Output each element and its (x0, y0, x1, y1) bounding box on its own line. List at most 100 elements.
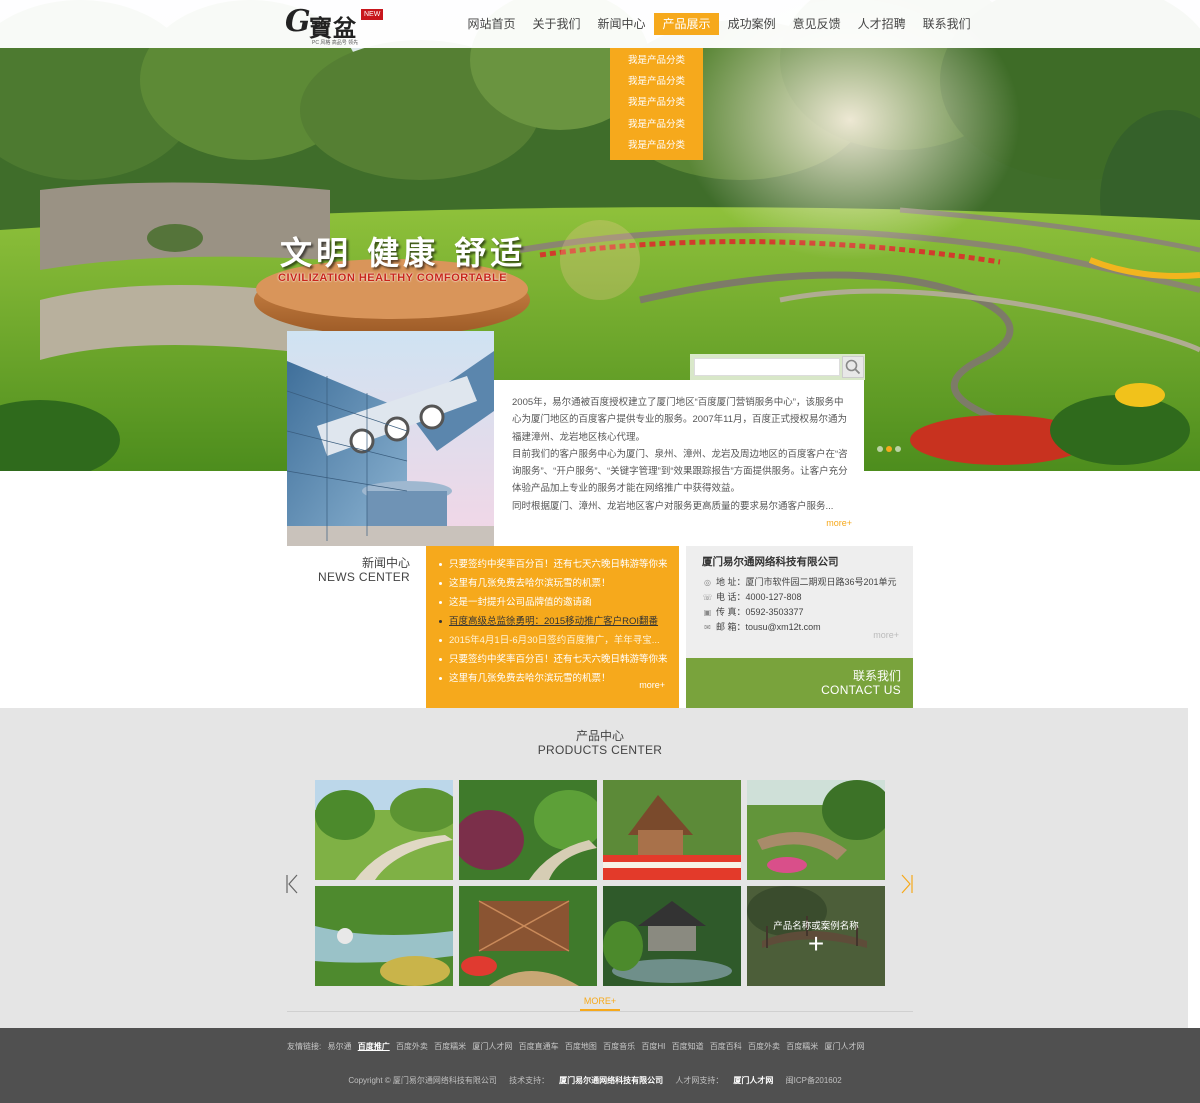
friend-link[interactable]: 百度地图 (565, 1042, 597, 1051)
carousel-prev-button[interactable] (284, 873, 300, 895)
news-item[interactable]: 这里有几张免费去哈尔滨玩雪的机票！ (438, 669, 669, 688)
products-section-title: 产品中心 PRODUCTS CENTER (0, 729, 1200, 758)
friend-link[interactable]: 百度糯米 (786, 1042, 818, 1051)
company-name: 厦门易尔通网络科技有限公司 (702, 556, 839, 568)
news-title-en: NEWS CENTER (318, 570, 410, 584)
site-header: G 寶盆 NEW PC 风格 高品号 领先 网站首页 关于我们 新闻中心 产品展… (0, 0, 1200, 48)
dropdown-item[interactable]: 我是产品分类 (610, 135, 703, 156)
friend-link-active[interactable]: 百度推广 (358, 1042, 390, 1051)
tech-support-company[interactable]: 厦门易尔通网络科技有限公司 (559, 1076, 663, 1085)
friend-link[interactable]: 百度直通车 (519, 1042, 559, 1051)
search-icon (845, 359, 861, 375)
logo-text: 寶盆 (309, 15, 357, 42)
about-paragraph: 同时根据厦门、漳州、龙岩地区客户对服务更高质量的要求易尔通客户服务... (512, 500, 834, 512)
dropdown-item[interactable]: 我是产品分类 (610, 92, 703, 113)
product-thumb[interactable] (603, 780, 741, 880)
friend-link[interactable]: 厦门人才网 (472, 1042, 512, 1051)
fax-text: 传 真：0592-3503377 (716, 607, 804, 617)
products-dropdown-menu: 我是产品分类 我是产品分类 我是产品分类 我是产品分类 我是产品分类 (610, 48, 703, 160)
search-bar (690, 354, 865, 380)
nav-item-contact[interactable]: 联系我们 (914, 13, 979, 35)
about-text: 2005年，易尔通被百度授权建立了厦门地区“百度厦门营销服务中心”，该服务中心为… (512, 394, 852, 515)
site-footer: 友情链接: 易尔通 百度推广 百度外卖 百度糯米 厦门人才网 百度直通车 百度地… (0, 1028, 1200, 1103)
news-item[interactable]: 只要签约中奖率百分百！还有七天六晚日韩游等你来！ (438, 555, 669, 574)
nav-item-home[interactable]: 网站首页 (459, 13, 524, 35)
contact-title-cn: 联系我们 (852, 669, 901, 683)
product-thumb[interactable] (603, 886, 741, 986)
friend-link[interactable]: 百度知道 (672, 1042, 704, 1051)
trellis-garden-image (459, 886, 597, 986)
nav-item-cases[interactable]: 成功案例 (719, 13, 784, 35)
news-item[interactable]: 只要签约中奖率百分百！还有七天六晚日韩游等你来！ (438, 650, 669, 669)
friend-links-label: 友情链接: (287, 1042, 322, 1051)
search-input[interactable] (694, 358, 840, 376)
address-row: ◎ 地 址：厦门市软件园二期观日路36号201单元 (702, 575, 913, 590)
contact-info-panel: 厦门易尔通网络科技有限公司 ◎ 地 址：厦门市软件园二期观日路36号201单元 ☏… (686, 546, 913, 658)
garden-walkway-image (459, 780, 597, 880)
products-more-button[interactable]: MORE+ (580, 996, 620, 1011)
friend-link[interactable]: 厦门人才网 (825, 1042, 865, 1051)
carousel-next-button[interactable] (899, 873, 915, 895)
news-item[interactable]: 2015年4月1日-6月30日签约百度推广，羊年寻宝... (438, 631, 669, 650)
product-thumb[interactable] (315, 886, 453, 986)
products-title-en: PRODUCTS CENTER (537, 743, 663, 757)
about-more-link[interactable]: more+ (826, 518, 852, 528)
talent-support-site[interactable]: 厦门人才网 (733, 1076, 773, 1085)
news-item-hovered[interactable]: 百度高级总监徐勇明：2015移动推广客户ROI翻番 (438, 612, 669, 631)
copyright-text: Copyright © 厦门易尔通网络科技有限公司 (348, 1076, 497, 1085)
friend-link[interactable]: 百度百科 (710, 1042, 742, 1051)
contact-section-title[interactable]: 联系我们 CONTACT US (686, 658, 913, 708)
slider-dot-active[interactable] (886, 446, 892, 452)
address-text: 地 址：厦门市软件园二期观日路36号201单元 (716, 577, 897, 587)
friend-link[interactable]: 百度HI (641, 1042, 665, 1051)
nav-item-jobs[interactable]: 人才招聘 (849, 13, 914, 35)
cottage-flowers-image (603, 780, 741, 880)
slider-dots (877, 446, 901, 452)
dropdown-item[interactable]: 我是产品分类 (610, 50, 703, 71)
mail-icon: ✉ (704, 623, 711, 632)
icp-number[interactable]: 闽ICP备201602 (786, 1076, 842, 1085)
friend-link[interactable]: 百度外卖 (396, 1042, 428, 1051)
logo[interactable]: G 寶盆 NEW PC 风格 高品号 领先 (285, 4, 384, 46)
stream-rocks-image (315, 886, 453, 986)
banner-slogan-en: CIVILIZATION HEALTHY COMFORTABLE (278, 272, 508, 284)
email-text[interactable]: 邮 箱：tousu@xm12t.com (716, 622, 821, 632)
dropdown-item[interactable]: 我是产品分类 (610, 114, 703, 135)
plus-icon[interactable]: + (747, 930, 885, 958)
product-thumb[interactable] (747, 780, 885, 880)
nav-item-news[interactable]: 新闻中心 (589, 13, 654, 35)
slider-dot[interactable] (895, 446, 901, 452)
news-section-title: 新闻中心 NEWS CENTER (287, 546, 426, 599)
phone-row: ☏ 电 话：4000-127-808 (702, 590, 913, 605)
friend-link[interactable]: 百度外卖 (748, 1042, 780, 1051)
nav-item-products[interactable]: 产品展示 (654, 13, 720, 35)
copyright-bar: Copyright © 厦门易尔通网络科技有限公司 技术支持： 厦门易尔通网络科技… (0, 1075, 1200, 1086)
product-thumb-hovered[interactable]: 产品名称或案例名称 + (747, 886, 885, 986)
about-paragraph: 2005年，易尔通被百度授权建立了厦门地区“百度厦门营销服务中心”，该服务中心为… (512, 397, 847, 443)
pavilion-pond-image (603, 886, 741, 986)
news-more-link[interactable]: more+ (639, 680, 665, 690)
nav-item-about[interactable]: 关于我们 (524, 13, 589, 35)
phone-text: 电 话：4000-127-808 (716, 592, 802, 602)
location-pin-icon: ◎ (704, 578, 711, 587)
logo-tagline: PC 风格 高品号 领先 (312, 40, 359, 46)
product-thumb[interactable] (459, 780, 597, 880)
news-title-cn: 新闻中心 (361, 556, 410, 570)
about-intro-panel: 2005年，易尔通被百度授权建立了厦门地区“百度厦门营销服务中心”，该服务中心为… (494, 380, 864, 546)
product-thumb[interactable] (459, 886, 597, 986)
contact-more-link[interactable]: more+ (873, 630, 899, 640)
friend-link[interactable]: 易尔通 (327, 1042, 351, 1051)
tech-support: 技术支持： 厦门易尔通网络科技有限公司 (509, 1076, 663, 1085)
news-item[interactable]: 这是一封提升公司品牌值的邀请函 (438, 593, 669, 612)
friend-link[interactable]: 百度糯米 (434, 1042, 466, 1051)
news-item[interactable]: 这里有几张免费去哈尔滨玩雪的机票！ (438, 574, 669, 593)
search-button[interactable] (842, 356, 864, 378)
product-thumb[interactable] (315, 780, 453, 880)
slider-dot[interactable] (877, 446, 883, 452)
dropdown-item[interactable]: 我是产品分类 (610, 71, 703, 92)
nav-item-feedback[interactable]: 意见反馈 (784, 13, 849, 35)
products-title-cn: 产品中心 (575, 729, 624, 743)
friend-link[interactable]: 百度音乐 (603, 1042, 635, 1051)
about-paragraph: 目前我们的客户服务中心为厦门、泉州、漳州、龙岩及周边地区的百度客户在“咨询服务”… (512, 448, 848, 495)
contact-title-en: CONTACT US (821, 683, 901, 697)
